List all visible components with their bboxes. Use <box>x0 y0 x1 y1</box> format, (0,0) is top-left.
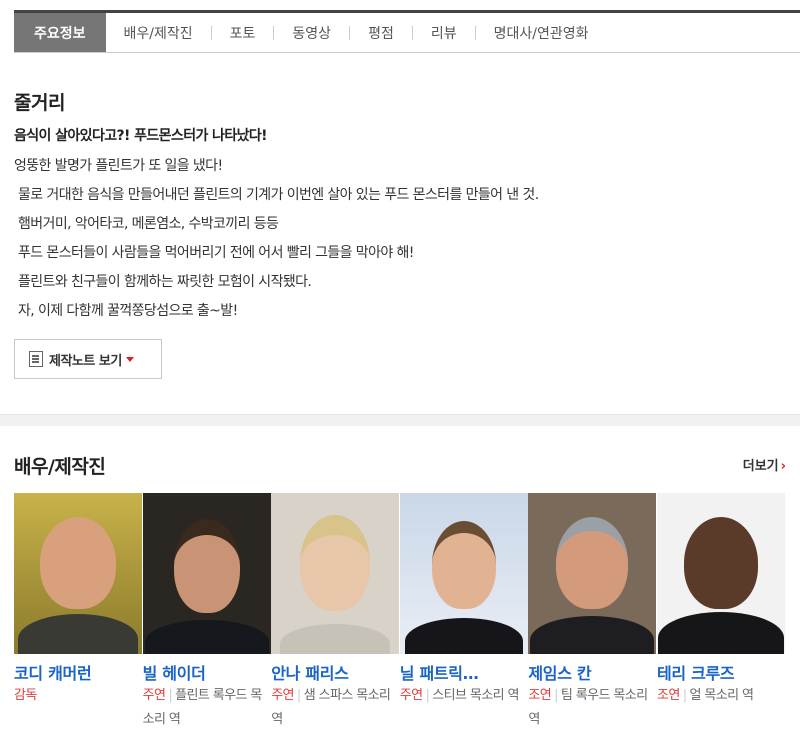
actor-name[interactable]: 제임스 칸 <box>528 660 657 684</box>
actor-role: 감독 <box>14 684 143 708</box>
role-type: 주연 <box>271 688 294 703</box>
actor-photo[interactable] <box>14 493 142 654</box>
role-type: 조연 <box>656 688 680 703</box>
actor-role: 주연 | 스티브 목소리 역 <box>400 684 529 708</box>
synopsis-line: 플린트와 친구들이 함께하는 짜릿한 모험이 시작됐다. <box>18 274 312 290</box>
cast-card[interactable]: 코디 캐머런 감독 <box>14 493 143 732</box>
role-type: 주연 <box>142 688 166 703</box>
synopsis-line: 자, 이제 다함께 꿀꺽쫑당섬으로 출~발! <box>18 303 238 319</box>
tab-photo[interactable]: 포토 <box>212 13 274 52</box>
synopsis-line: 물로 거대한 음식을 만들어내던 플린트의 기계가 이번엔 살아 있는 푸드 몬… <box>18 187 539 203</box>
synopsis-line: 엉뚱한 발명가 플린트가 또 일을 냈다! <box>14 158 223 174</box>
tab-review[interactable]: 리뷰 <box>413 13 475 52</box>
tab-rating[interactable]: 평점 <box>350 13 412 52</box>
tab-main-info[interactable]: 주요정보 <box>14 13 106 52</box>
cast-card[interactable]: 안나 패리스 주연 | 샘 스파스 목소리 역 <box>271 493 400 732</box>
role-type: 조연 <box>528 688 552 703</box>
actor-name[interactable]: 안나 패리스 <box>271 660 400 684</box>
role-type: 주연 <box>399 688 423 703</box>
synopsis-headline: 음식이 살아있다고?! 푸드몬스터가 나타났다! <box>14 128 268 144</box>
tab-video[interactable]: 동영상 <box>274 13 349 52</box>
role-separator: | <box>168 688 173 703</box>
actor-photo[interactable] <box>528 493 657 654</box>
role-type: 감독 <box>14 688 37 703</box>
role-separator: | <box>296 688 301 703</box>
actor-role: 주연 | 샘 스파스 목소리 역 <box>271 684 400 732</box>
role-separator: | <box>682 688 687 703</box>
actor-name[interactable]: 빌 헤이더 <box>143 660 272 684</box>
tab-quotes-related[interactable]: 명대사/연관영화 <box>476 13 607 52</box>
actor-name[interactable]: 테리 크루즈 <box>657 660 786 684</box>
role-separator: | <box>554 688 558 703</box>
tab-cast-crew[interactable]: 배우/제작진 <box>106 13 211 52</box>
synopsis-line: 푸드 몬스터들이 사람들을 먹어버리기 전에 어서 빨리 그들을 막아야 해! <box>18 245 414 261</box>
actor-role: 주연 | 플린트 록우드 목소리 역 <box>143 684 272 732</box>
synopsis-text: 엉뚱한 발명가 플린트가 또 일을 냈다! 물로 거대한 음식을 만들어내던 플… <box>14 152 784 326</box>
document-icon <box>29 351 43 367</box>
role-name: 스티브 목소리 역 <box>432 688 519 703</box>
cast-list: 코디 캐머런 감독 빌 헤이더 주연 | 플린트 록우드 목소리 역 안나 패리스 … <box>14 493 800 732</box>
role-name: 얼 목소리 역 <box>689 688 754 703</box>
cast-section-title: 배우/제작진 <box>14 456 106 478</box>
more-link-label: 더보기 <box>742 459 779 474</box>
cast-card[interactable]: 제임스 칸 조연 | 팀 록우드 목소리 역 <box>528 493 657 732</box>
tab-bar: 주요정보 배우/제작진 포토 동영상 평점 리뷰 명대사/연관영화 <box>14 10 800 53</box>
cast-card[interactable]: 닐 패트릭… 주연 | 스티브 목소리 역 <box>399 493 529 732</box>
actor-photo[interactable] <box>142 493 271 654</box>
section-divider <box>0 414 800 426</box>
actor-role: 조연 | 얼 목소리 역 <box>657 684 786 708</box>
role-separator: | <box>425 688 430 703</box>
cast-card[interactable]: 빌 헤이더 주연 | 플린트 록우드 목소리 역 <box>142 493 272 732</box>
actor-role: 조연 | 팀 록우드 목소리 역 <box>528 684 657 732</box>
actor-name[interactable]: 닐 패트릭… <box>400 660 529 684</box>
actor-photo[interactable] <box>399 493 528 654</box>
synopsis-title: 줄거리 <box>14 92 65 114</box>
production-note-button[interactable]: 제작노트 보기 <box>14 339 162 379</box>
actor-photo[interactable] <box>656 493 785 654</box>
chevron-right-icon: › <box>780 459 786 474</box>
more-link[interactable]: 더보기 › <box>743 455 786 474</box>
actor-name[interactable]: 코디 캐머런 <box>14 660 143 684</box>
production-note-label: 제작노트 보기 <box>49 353 122 369</box>
cast-card[interactable]: 테리 크루즈 조연 | 얼 목소리 역 <box>656 493 786 732</box>
caret-down-icon <box>125 356 134 362</box>
actor-photo[interactable] <box>271 493 400 654</box>
synopsis-line: 햄버거미, 악어타코, 메론염소, 수박코끼리 등등 <box>18 216 279 232</box>
